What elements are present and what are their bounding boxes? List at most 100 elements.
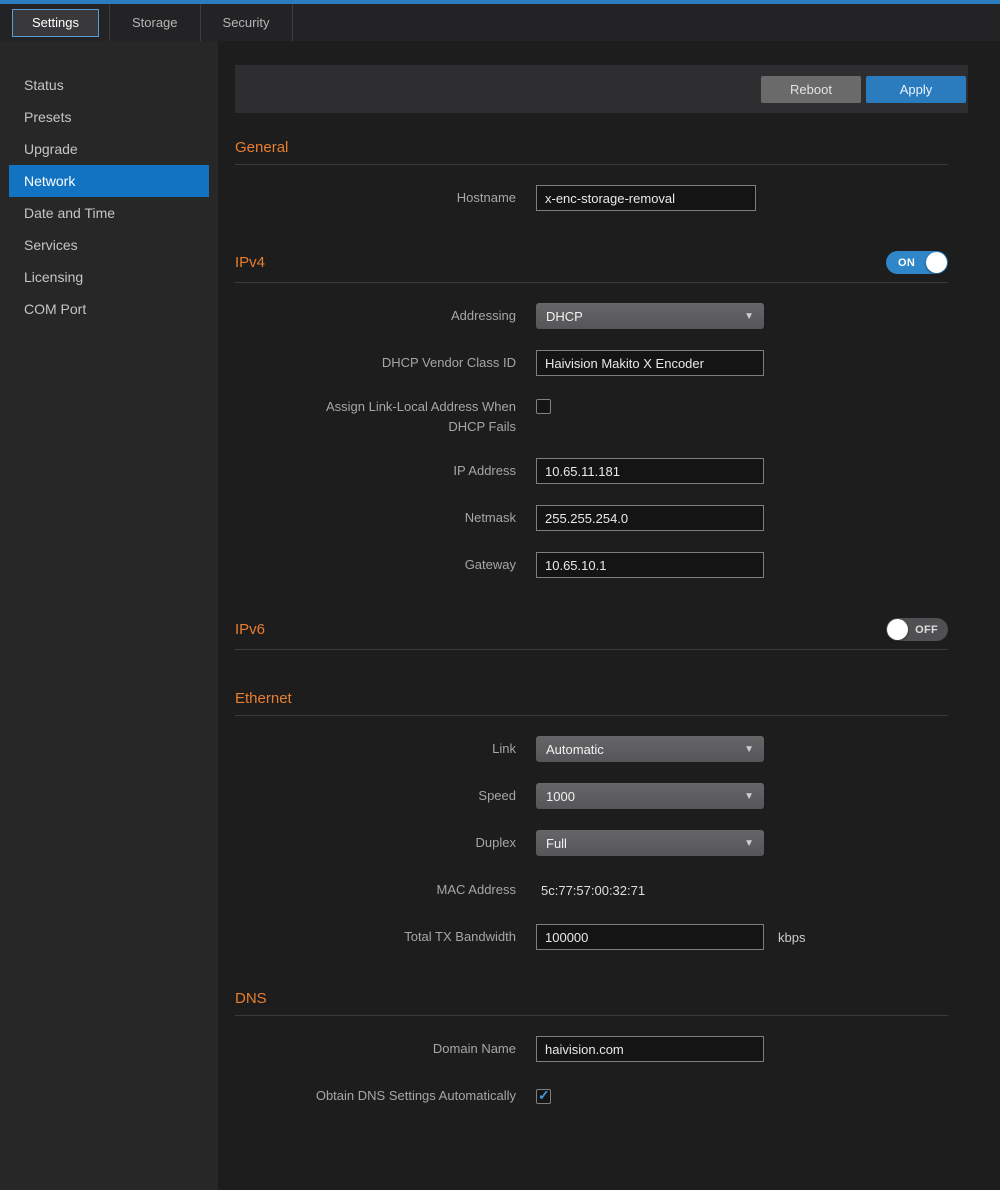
speed-dropdown[interactable]: 1000 ▼ (536, 783, 764, 809)
toggle-state-label: OFF (915, 624, 938, 636)
sidebar-item-upgrade[interactable]: Upgrade (0, 133, 218, 165)
section-general-header: General (235, 139, 948, 165)
main-layout: Status Presets Upgrade Network Date and … (0, 41, 1000, 1190)
form-row-obtain-dns: Obtain DNS Settings Automatically (235, 1083, 948, 1109)
link-local-label: Assign Link-Local Address When DHCP Fail… (235, 397, 536, 437)
section-ipv6-header: IPv6 OFF (235, 618, 948, 650)
form-row-total-tx-bandwidth: Total TX Bandwidth kbps (235, 924, 948, 950)
form-row-hostname: Hostname (235, 185, 948, 211)
top-navigation-bar: Settings Storage Security (0, 0, 1000, 41)
bandwidth-unit-label: kbps (778, 930, 805, 945)
section-dns-body: Domain Name Obtain DNS Settings Automati… (235, 1016, 948, 1109)
ipv6-toggle[interactable]: OFF (886, 618, 948, 641)
section-ethernet: Ethernet Link Automatic ▼ Speed 1000 (235, 690, 948, 950)
chevron-down-icon: ▼ (744, 311, 754, 322)
obtain-dns-checkbox[interactable] (536, 1089, 551, 1104)
main-content: Reboot Apply General Hostname IPv4 (218, 41, 1000, 1190)
toggle-state-label: ON (898, 257, 915, 269)
sidebar: Status Presets Upgrade Network Date and … (0, 41, 218, 1190)
section-title: DNS (235, 990, 267, 1007)
form-row-domain-name: Domain Name (235, 1036, 948, 1062)
section-general-body: Hostname (235, 165, 948, 211)
sidebar-item-services[interactable]: Services (0, 229, 218, 261)
link-local-checkbox[interactable] (536, 399, 551, 414)
gateway-label: Gateway (235, 555, 536, 575)
apply-button[interactable]: Apply (866, 76, 966, 103)
section-ipv4: IPv4 ON Addressing DHCP ▼ (235, 251, 948, 578)
sidebar-item-com-port[interactable]: COM Port (0, 293, 218, 325)
hostname-input[interactable] (536, 185, 756, 211)
section-title: IPv6 (235, 621, 265, 638)
toggle-knob (926, 252, 947, 273)
sidebar-item-label: COM Port (24, 301, 86, 317)
form-row-netmask: Netmask (235, 505, 948, 531)
sidebar-item-date-and-time[interactable]: Date and Time (0, 197, 218, 229)
sidebar-item-label: Upgrade (24, 141, 78, 157)
domain-name-input[interactable] (536, 1036, 764, 1062)
vendor-class-input[interactable] (536, 350, 764, 376)
sidebar-item-licensing[interactable]: Licensing (0, 261, 218, 293)
reboot-button[interactable]: Reboot (761, 76, 861, 103)
sidebar-item-label: Status (24, 77, 64, 93)
section-ethernet-body: Link Automatic ▼ Speed 1000 ▼ (235, 716, 948, 950)
tab-security[interactable]: Security (201, 4, 293, 41)
total-tx-bandwidth-label: Total TX Bandwidth (235, 927, 536, 947)
sidebar-item-label: Presets (24, 109, 71, 125)
sidebar-item-label: Services (24, 237, 78, 253)
total-tx-bandwidth-input[interactable] (536, 924, 764, 950)
speed-label: Speed (235, 786, 536, 806)
dropdown-selected-value: Full (546, 836, 567, 851)
toolbar: Reboot Apply (235, 65, 968, 113)
chevron-down-icon: ▼ (744, 744, 754, 755)
sidebar-item-presets[interactable]: Presets (0, 101, 218, 133)
form-row-link-local: Assign Link-Local Address When DHCP Fail… (235, 397, 948, 437)
addressing-label: Addressing (235, 306, 536, 326)
addressing-dropdown[interactable]: DHCP ▼ (536, 303, 764, 329)
sidebar-item-label: Date and Time (24, 205, 115, 221)
sidebar-item-network[interactable]: Network (9, 165, 209, 197)
form-row-link: Link Automatic ▼ (235, 736, 948, 762)
sidebar-item-label: Network (24, 173, 75, 189)
toggle-knob (887, 619, 908, 640)
sidebar-item-status[interactable]: Status (0, 69, 218, 101)
section-dns: DNS Domain Name Obtain DNS Settings Auto… (235, 990, 948, 1109)
form-row-gateway: Gateway (235, 552, 948, 578)
mac-address-label: MAC Address (235, 880, 536, 900)
dropdown-selected-value: Automatic (546, 742, 604, 757)
hostname-label: Hostname (235, 188, 536, 208)
form-row-addressing: Addressing DHCP ▼ (235, 303, 948, 329)
duplex-dropdown[interactable]: Full ▼ (536, 830, 764, 856)
form-row-speed: Speed 1000 ▼ (235, 783, 948, 809)
gateway-input[interactable] (536, 552, 764, 578)
tab-settings[interactable]: Settings (12, 9, 99, 37)
section-ipv4-body: Addressing DHCP ▼ DHCP Vendor Class ID A… (235, 283, 948, 578)
section-title: General (235, 139, 288, 156)
domain-name-label: Domain Name (235, 1039, 536, 1059)
form-row-duplex: Duplex Full ▼ (235, 830, 948, 856)
mac-address-value: 5c:77:57:00:32:71 (536, 883, 645, 898)
chevron-down-icon: ▼ (744, 838, 754, 849)
section-ethernet-header: Ethernet (235, 690, 948, 716)
form-row-mac-address: MAC Address 5c:77:57:00:32:71 (235, 877, 948, 903)
form-row-vendor-class: DHCP Vendor Class ID (235, 350, 948, 376)
section-ipv6: IPv6 OFF (235, 618, 948, 650)
section-title: IPv4 (235, 254, 265, 271)
dropdown-selected-value: 1000 (546, 789, 575, 804)
ip-address-input[interactable] (536, 458, 764, 484)
netmask-input[interactable] (536, 505, 764, 531)
link-dropdown[interactable]: Automatic ▼ (536, 736, 764, 762)
ip-address-label: IP Address (235, 461, 536, 481)
sidebar-item-label: Licensing (24, 269, 83, 285)
section-title: Ethernet (235, 690, 292, 707)
duplex-label: Duplex (235, 833, 536, 853)
obtain-dns-label: Obtain DNS Settings Automatically (235, 1086, 536, 1106)
tab-settings-label: Settings (32, 15, 79, 30)
form-row-ip-address: IP Address (235, 458, 948, 484)
ipv4-toggle[interactable]: ON (886, 251, 948, 274)
tab-security-label: Security (223, 15, 270, 30)
dropdown-selected-value: DHCP (546, 309, 583, 324)
vendor-class-label: DHCP Vendor Class ID (235, 353, 536, 373)
tab-storage[interactable]: Storage (109, 4, 201, 41)
link-label: Link (235, 739, 536, 759)
section-dns-header: DNS (235, 990, 948, 1016)
